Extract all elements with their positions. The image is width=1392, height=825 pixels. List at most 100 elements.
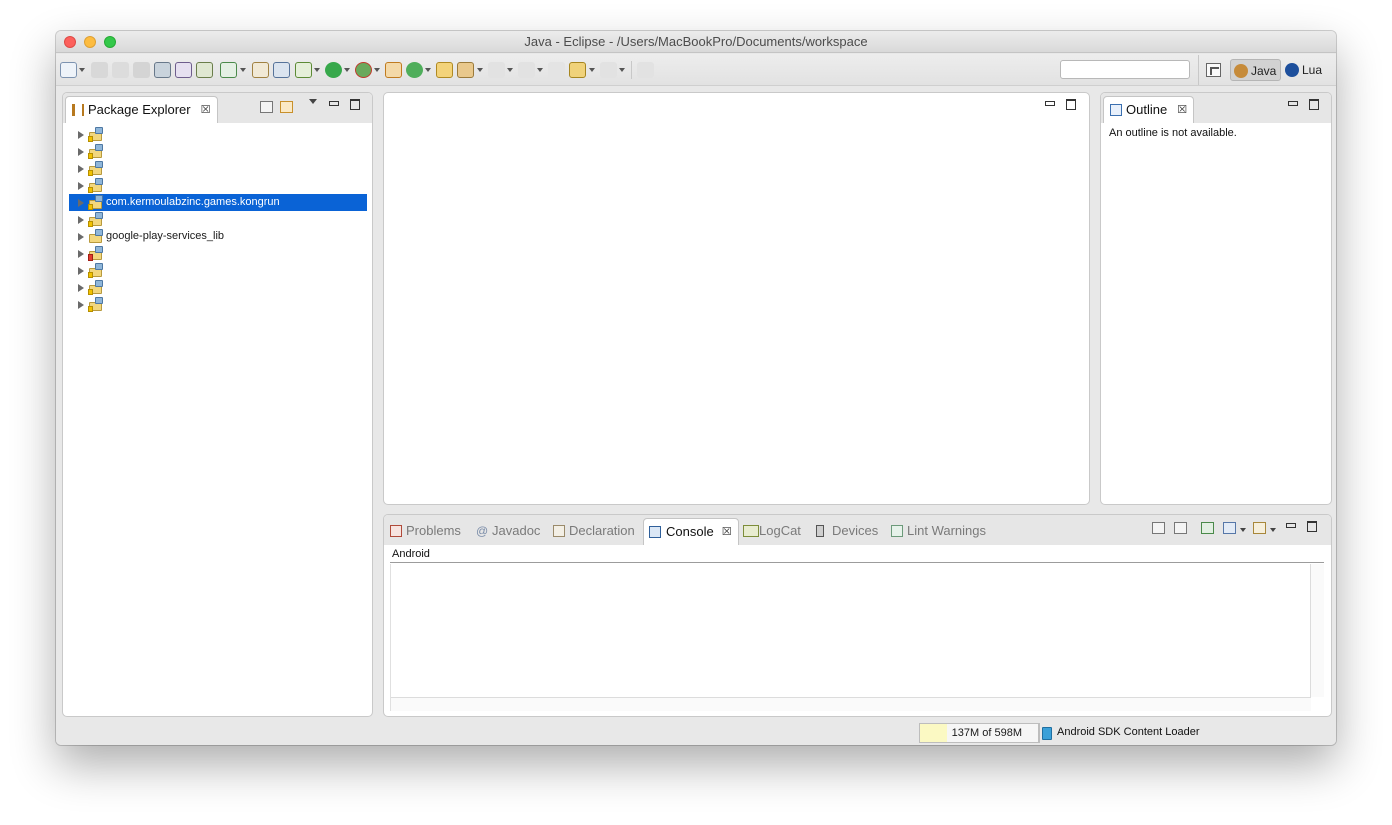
maximize-view-icon[interactable] — [1309, 99, 1319, 110]
tree-row[interactable] — [69, 143, 367, 160]
scroll-lock-icon[interactable] — [1174, 522, 1187, 534]
display-console-icon[interactable] — [1223, 522, 1236, 534]
tab-logcat[interactable]: LogCat — [741, 520, 801, 544]
expand-arrow-icon[interactable] — [78, 284, 84, 292]
expand-arrow-icon[interactable] — [78, 182, 84, 190]
tree-row[interactable]: com.kermoulabzinc.games.kongrun — [69, 194, 367, 211]
maximize-view-icon[interactable] — [1307, 521, 1317, 532]
minimize-view-icon[interactable] — [1287, 98, 1298, 108]
pin-console-icon[interactable] — [1201, 522, 1214, 534]
open-console-dropdown-icon[interactable] — [1270, 528, 1276, 532]
lint-check-icon[interactable] — [220, 62, 237, 78]
print-icon[interactable] — [133, 62, 150, 78]
run-icon[interactable] — [325, 62, 342, 78]
close-window-button[interactable] — [64, 36, 76, 48]
tree-row[interactable]: google-play-services_lib — [69, 228, 367, 245]
expand-arrow-icon[interactable] — [78, 250, 84, 258]
new-icon[interactable] — [60, 62, 77, 78]
android-sdk-manager-icon[interactable] — [154, 62, 171, 78]
maximize-view-icon[interactable] — [350, 99, 360, 110]
expand-arrow-icon[interactable] — [78, 267, 84, 275]
heap-status[interactable]: 137M of 598M — [919, 723, 1039, 743]
run-external-tool-icon[interactable] — [355, 62, 372, 78]
new-android-project-icon[interactable] — [252, 62, 269, 78]
save-icon[interactable] — [91, 62, 108, 78]
new-dropdown-icon[interactable] — [79, 68, 85, 72]
search-dropdown-icon[interactable] — [477, 68, 483, 72]
clear-console-icon[interactable] — [1152, 522, 1165, 534]
open-console-icon[interactable] — [1253, 522, 1266, 534]
display-console-dropdown-icon[interactable] — [1240, 528, 1246, 532]
new-java-package-icon[interactable] — [385, 62, 402, 78]
link-with-editor-icon[interactable] — [280, 101, 293, 113]
collapse-all-icon[interactable] — [260, 101, 273, 113]
expand-arrow-icon[interactable] — [78, 301, 84, 309]
quick-access-input[interactable] — [1060, 60, 1190, 79]
previous-annotation-icon[interactable] — [518, 62, 535, 78]
lint-dropdown-icon[interactable] — [240, 68, 246, 72]
main-toolbar: Java Lua — [56, 54, 1336, 86]
lua-perspective-button[interactable]: Lua — [1282, 59, 1326, 81]
expand-arrow-icon[interactable] — [78, 148, 84, 156]
tab-javadoc[interactable]: @ Javadoc — [474, 520, 540, 544]
zoom-window-button[interactable] — [104, 36, 116, 48]
minimize-view-icon[interactable] — [1285, 520, 1296, 530]
debug-dropdown-icon[interactable] — [314, 68, 320, 72]
open-type-icon[interactable] — [436, 62, 453, 78]
maximize-editor-icon[interactable] — [1066, 99, 1076, 110]
tab-package-explorer[interactable]: Package Explorer ☒ — [65, 96, 218, 123]
run-dropdown-icon[interactable] — [344, 68, 350, 72]
back-dropdown-icon[interactable] — [589, 68, 595, 72]
close-icon[interactable]: ☒ — [1177, 105, 1187, 116]
lua-perspective-label: Lua — [1302, 63, 1323, 77]
search-tool-icon[interactable] — [457, 62, 474, 78]
back-icon[interactable] — [569, 62, 586, 78]
previous-annotation-dropdown-icon[interactable] — [537, 68, 543, 72]
vertical-scrollbar[interactable] — [1310, 564, 1324, 697]
new-class-dropdown-icon[interactable] — [425, 68, 431, 72]
android-export-icon[interactable] — [196, 62, 213, 78]
minimize-editor-icon[interactable] — [1044, 98, 1055, 108]
expand-arrow-icon[interactable] — [78, 131, 84, 139]
next-annotation-icon[interactable] — [488, 62, 505, 78]
expand-arrow-icon[interactable] — [78, 199, 84, 207]
tab-console[interactable]: Console ☒ — [643, 518, 739, 545]
debug-icon[interactable] — [295, 62, 312, 78]
external-tool-dropdown-icon[interactable] — [374, 68, 380, 72]
tab-declaration[interactable]: Declaration — [551, 520, 635, 544]
minimize-view-icon[interactable] — [328, 98, 339, 108]
tree-row[interactable] — [69, 126, 367, 143]
pin-editor-icon[interactable] — [637, 62, 654, 78]
close-icon[interactable]: ☒ — [722, 527, 732, 538]
forward-icon[interactable] — [600, 62, 617, 78]
tree-row[interactable] — [69, 262, 367, 279]
tree-row[interactable] — [69, 296, 367, 313]
close-icon[interactable]: ☒ — [201, 105, 211, 116]
tree-row[interactable] — [69, 211, 367, 228]
tab-outline[interactable]: Outline ☒ — [1103, 96, 1195, 123]
save-all-icon[interactable] — [112, 62, 129, 78]
new-java-class-icon[interactable] — [406, 62, 423, 78]
next-annotation-dropdown-icon[interactable] — [507, 68, 513, 72]
console-output[interactable] — [390, 564, 1324, 711]
horizontal-scrollbar[interactable] — [391, 697, 1311, 711]
tree-row[interactable] — [69, 279, 367, 296]
view-menu-icon[interactable] — [309, 99, 317, 104]
tree-row[interactable] — [69, 160, 367, 177]
forward-dropdown-icon[interactable] — [619, 68, 625, 72]
expand-arrow-icon[interactable] — [78, 233, 84, 241]
tab-problems[interactable]: Problems — [388, 520, 461, 544]
java-perspective-button[interactable]: Java — [1230, 59, 1282, 81]
tree-row[interactable] — [69, 177, 367, 194]
tree-row[interactable] — [69, 245, 367, 262]
tab-devices[interactable]: Devices — [814, 520, 878, 544]
expand-arrow-icon[interactable] — [78, 165, 84, 173]
skip-breakpoints-icon[interactable] — [273, 62, 290, 78]
android-avd-manager-icon[interactable] — [175, 62, 192, 78]
expand-arrow-icon[interactable] — [78, 216, 84, 224]
minimize-window-button[interactable] — [84, 36, 96, 48]
last-edit-location-icon[interactable] — [548, 62, 565, 78]
open-perspective-icon[interactable] — [1206, 63, 1221, 77]
editor-area[interactable] — [383, 92, 1090, 505]
tab-lint-warnings[interactable]: Lint Warnings — [889, 520, 986, 544]
